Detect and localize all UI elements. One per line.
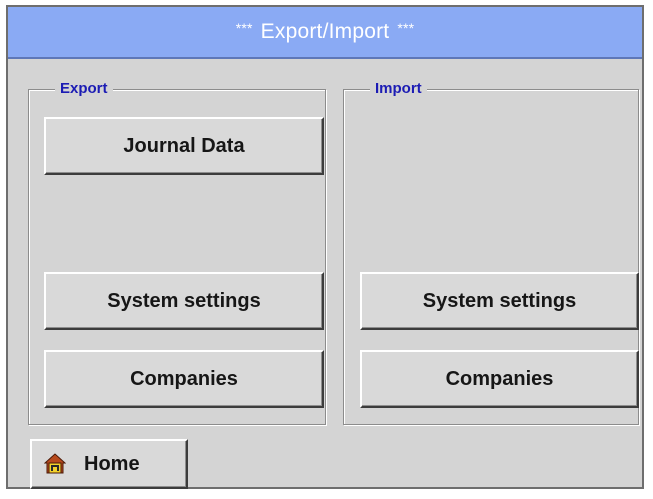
export-legend: Export [55, 80, 113, 98]
export-journal-data-label: Journal Data [123, 134, 245, 157]
title-suffix: *** [397, 20, 415, 36]
page-title: Export/Import [260, 20, 390, 43]
export-journal-data-button[interactable]: Journal Data [44, 117, 324, 175]
export-system-settings-button[interactable]: System settings [44, 272, 324, 330]
title-prefix: *** [235, 20, 253, 36]
import-companies-label: Companies [445, 367, 554, 390]
import-system-settings-button[interactable]: System settings [360, 272, 639, 330]
home-button[interactable]: Home [30, 439, 188, 489]
import-system-settings-label: System settings [422, 289, 577, 312]
import-companies-button[interactable]: Companies [360, 350, 639, 408]
import-legend: Import [370, 80, 427, 98]
export-companies-label: Companies [130, 367, 238, 390]
export-system-settings-label: System settings [107, 289, 261, 312]
export-companies-button[interactable]: Companies [44, 350, 324, 408]
home-icon [44, 453, 66, 474]
export-import-screen: *** Export/Import *** Export Import Jour… [6, 5, 644, 489]
title-bar: *** Export/Import *** [8, 7, 642, 59]
home-label: Home [84, 452, 140, 475]
